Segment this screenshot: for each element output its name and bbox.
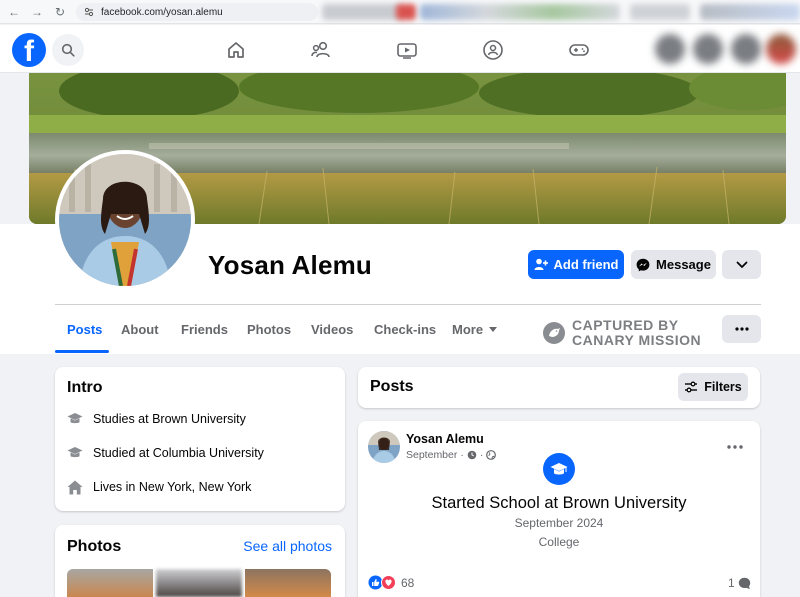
gaming-icon[interactable] xyxy=(567,38,591,62)
intro-prefix: Studies at xyxy=(93,412,149,426)
reload-icon[interactable]: ↻ xyxy=(51,3,69,21)
filters-icon xyxy=(685,381,698,393)
add-person-icon xyxy=(534,258,548,270)
post-author-name[interactable]: Yosan Alemu xyxy=(406,432,484,446)
tab-videos[interactable]: Videos xyxy=(311,322,353,337)
post-date[interactable]: September xyxy=(406,449,457,461)
intro-item-studied: Studied at Columbia University xyxy=(67,445,264,461)
blurred-account-avatar[interactable] xyxy=(766,34,796,64)
photo-thumbnail[interactable] xyxy=(67,569,153,597)
graduation-cap-icon xyxy=(67,411,83,427)
blurred-extensions xyxy=(420,4,620,20)
facebook-logo[interactable]: f xyxy=(12,33,46,67)
site-info-icon[interactable] xyxy=(84,7,94,17)
reaction-count: 68 xyxy=(401,575,415,590)
watermark-line2: CANARY MISSION xyxy=(572,332,702,348)
caret-down-icon xyxy=(489,327,498,332)
reactions-summary[interactable]: 68 xyxy=(368,575,414,590)
blurred-extensions xyxy=(322,4,402,20)
tab-about[interactable]: About xyxy=(121,322,159,337)
add-friend-button[interactable]: Add friend xyxy=(528,250,624,279)
home-icon xyxy=(67,479,83,495)
post-options-button[interactable] xyxy=(727,436,743,454)
profile-options-button[interactable] xyxy=(722,315,761,343)
clock-icon xyxy=(467,450,477,460)
meta-separator: · xyxy=(460,449,464,461)
photo-thumbnail[interactable] xyxy=(245,569,331,597)
profile-divider xyxy=(55,304,761,305)
love-reaction-icon xyxy=(381,575,396,590)
intro-item-studies: Studies at Brown University xyxy=(67,411,246,427)
more-actions-button[interactable] xyxy=(722,250,761,279)
ellipsis-icon xyxy=(734,327,749,331)
tab-photos[interactable]: Photos xyxy=(247,322,291,337)
message-button[interactable]: Message xyxy=(631,250,716,279)
intro-link[interactable]: Columbia University xyxy=(153,446,264,460)
profile-avatar[interactable] xyxy=(55,150,195,290)
blurred-notifications-button[interactable] xyxy=(731,34,761,64)
intro-card: Intro Studies at Brown University Studie… xyxy=(55,367,345,511)
facebook-header: f xyxy=(0,25,800,73)
life-event-category: College xyxy=(538,535,580,549)
message-label: Message xyxy=(656,257,711,272)
search-icon xyxy=(61,43,75,57)
ellipsis-icon xyxy=(727,445,743,449)
back-icon[interactable]: ← xyxy=(5,3,23,21)
friends-icon[interactable] xyxy=(309,38,333,62)
life-event-date: September 2024 xyxy=(514,516,604,530)
blurred-messenger-button[interactable] xyxy=(693,34,723,64)
life-event-headline: Started School at Brown University xyxy=(431,494,687,512)
profile-name: Yosan Alemu xyxy=(208,250,373,280)
blurred-menu-button[interactable] xyxy=(655,34,685,64)
blurred-extensions xyxy=(630,4,690,20)
tab-more-label: More xyxy=(452,322,484,337)
groups-icon[interactable] xyxy=(481,38,505,62)
forward-icon[interactable]: → xyxy=(28,3,46,21)
intro-link[interactable]: New York, New York xyxy=(139,480,252,494)
meta-separator: · xyxy=(479,449,484,461)
home-icon[interactable] xyxy=(224,38,248,62)
filters-label: Filters xyxy=(704,380,742,394)
reaction-icons xyxy=(368,575,396,590)
intro-item-lives: Lives in New York, New York xyxy=(67,479,251,495)
intro-prefix: Lives in xyxy=(93,480,136,494)
tab-check-ins[interactable]: Check-ins xyxy=(374,322,436,337)
intro-prefix: Studied at xyxy=(93,446,150,460)
globe-icon xyxy=(486,450,497,460)
graduation-cap-icon xyxy=(550,462,568,474)
url-text: facebook.com/yosan.alemu xyxy=(101,6,223,18)
tab-posts[interactable]: Posts xyxy=(67,322,102,337)
posts-header-card: Posts Filters xyxy=(358,367,760,408)
see-all-photos-link[interactable]: See all photos xyxy=(243,538,332,554)
tab-friends[interactable]: Friends xyxy=(181,322,228,337)
blurred-profile xyxy=(700,4,800,20)
watch-icon[interactable] xyxy=(395,38,419,62)
add-friend-label: Add friend xyxy=(553,257,619,272)
intro-link[interactable]: Brown University xyxy=(152,412,246,426)
canary-mission-watermark: CAPTURED BY CANARY MISSION xyxy=(542,318,701,348)
watermark-line1: CAPTURED BY xyxy=(572,317,679,333)
canary-logo-icon xyxy=(543,322,565,344)
messenger-icon xyxy=(636,258,650,271)
active-tab-indicator xyxy=(55,350,109,353)
graduation-cap-icon xyxy=(67,445,83,461)
tab-more[interactable]: More xyxy=(452,322,498,337)
search-button[interactable] xyxy=(52,34,84,66)
photos-title: Photos xyxy=(67,538,122,555)
comments-summary[interactable]: 1 xyxy=(728,576,751,590)
intro-title: Intro xyxy=(67,379,103,396)
posts-title: Posts xyxy=(370,378,414,395)
post-meta: September · · xyxy=(406,449,497,461)
post-author-avatar[interactable] xyxy=(368,431,400,463)
photo-thumbnail[interactable] xyxy=(156,569,242,597)
life-event-badge xyxy=(543,453,575,485)
comment-count: 1 xyxy=(728,576,735,590)
browser-toolbar: ← → ↻ facebook.com/yosan.alemu xyxy=(0,0,800,24)
filters-button[interactable]: Filters xyxy=(678,373,748,401)
chevron-down-icon xyxy=(736,261,747,268)
address-bar[interactable]: facebook.com/yosan.alemu xyxy=(76,3,318,21)
comment-icon xyxy=(738,577,750,589)
blurred-extension xyxy=(396,4,416,20)
